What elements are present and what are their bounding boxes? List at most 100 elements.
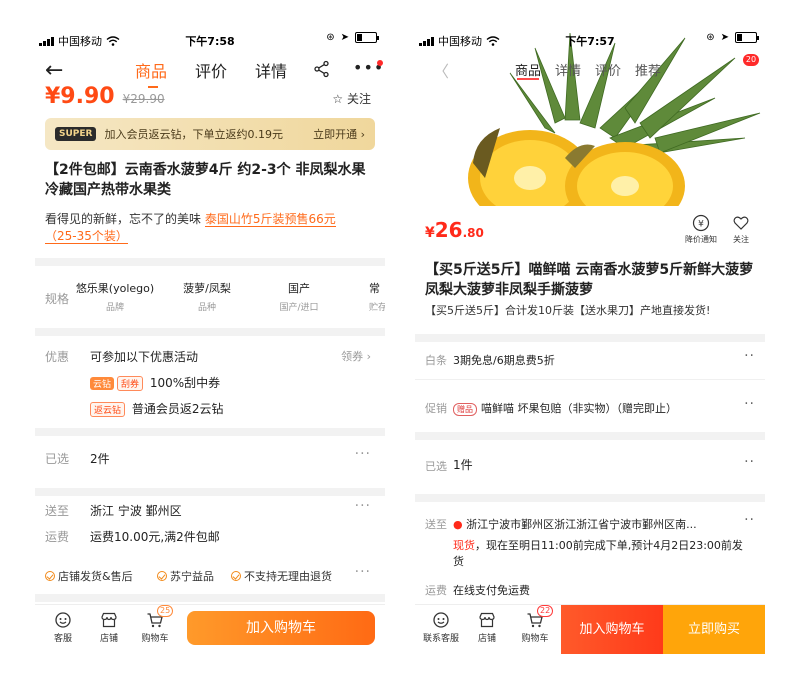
follow-label: 关注: [733, 235, 749, 244]
contact-service-button[interactable]: 联系客服: [419, 611, 463, 644]
section-divider: [415, 432, 765, 440]
orientation-lock-icon: ⊛: [706, 32, 715, 43]
follow-button[interactable]: ☆ 关注: [332, 90, 371, 107]
heart-icon: [733, 216, 749, 230]
tab-details[interactable]: 详情: [555, 60, 581, 79]
shop-label: 店铺: [477, 634, 496, 644]
check-circle-icon: [231, 571, 241, 581]
fee-label: 运费: [425, 584, 447, 597]
original-price: ¥29.90: [122, 92, 165, 106]
service-text: 苏宁益品: [170, 570, 214, 583]
ship-label: 送至: [425, 518, 447, 531]
product-subtitle: 看得见的新鲜，忘不了的美味 泰国山竹5斤装预售66元（25-35个装）: [45, 211, 365, 245]
shop-icon: [101, 612, 117, 628]
tab-bar: 商品 评价 详情: [135, 58, 287, 88]
follow-label: 关注: [346, 92, 371, 106]
currency-symbol: ¥: [425, 225, 435, 241]
message-count-badge[interactable]: 20: [743, 54, 759, 66]
back-chevron-icon[interactable]: 〈: [433, 58, 449, 82]
service-guarantees[interactable]: 店铺发货&售后 苏宁益品 不支持无理由退货 ···: [35, 562, 385, 588]
section-divider: [35, 328, 385, 336]
follow-button[interactable]: 关注: [721, 214, 761, 245]
bottom-action-bar: 客服 店铺 25 购物车 加入购物车: [35, 604, 385, 654]
shipping-section[interactable]: 送至 ● 浙江宁波市鄞州区浙江浙江省宁波市鄞州区南... ·· 现货，现在至明日…: [415, 502, 765, 600]
spec-item: 悠乐果(yolego) 品牌: [75, 280, 155, 313]
price-notice-button[interactable]: ¥ 降价通知: [681, 214, 721, 245]
selected-label: 已选: [45, 452, 70, 466]
tab-goods[interactable]: 商品: [135, 58, 167, 82]
tab-details[interactable]: 详情: [255, 58, 287, 82]
tab-reviews[interactable]: 评价: [195, 58, 227, 82]
buy-now-button[interactable]: 立即购买: [663, 605, 765, 654]
service-item: 不支持无理由退货: [231, 568, 332, 584]
share-icon[interactable]: [313, 60, 331, 78]
status-bar: 中国移动 下午7:57 ⊛ ➤: [415, 28, 765, 50]
customer-service-label: 客服: [53, 634, 72, 644]
promo-line-1: 云钻 刮券 100%刮中券: [90, 374, 220, 391]
shop-icon: [479, 612, 495, 628]
price-notice-label: 降价通知: [685, 235, 717, 244]
spec-item: 常贮存: [339, 280, 385, 313]
product-title: 【买5斤送5斤】喵鲜喵 云南香水菠萝5斤新鲜大菠萝凤梨大菠萝非凤梨手撕菠萝: [425, 262, 754, 298]
pineapple-image: [415, 28, 765, 206]
promo-line-2-text: 普通会员返2云钻: [131, 402, 224, 416]
bottom-action-bar: 联系客服 店铺 22 购物车 加入购物车 立即购买: [415, 604, 765, 654]
price-alert-icon: ¥: [692, 214, 710, 232]
add-to-cart-button[interactable]: 加入购物车: [561, 605, 663, 654]
spec-label: 规格: [45, 292, 70, 306]
selected-row[interactable]: 已选 1件 ··: [415, 440, 765, 490]
selected-row[interactable]: 已选 2件 ···: [35, 436, 385, 486]
open-membership-button[interactable]: 立即开通 ›: [313, 126, 365, 142]
active-tab-underline: [517, 78, 539, 80]
promotion-row[interactable]: 促销 赠品 喵鲜喵 坏果包赔（非实物）（赠完即止） ··: [415, 390, 765, 430]
spec-value: 国产: [288, 282, 310, 295]
tab-recommend[interactable]: 推荐: [635, 60, 661, 79]
get-coupon-link[interactable]: 领券 ›: [341, 348, 371, 364]
super-membership-bar[interactable]: SUPER 加入会员返云钻，下单立返约0.19元 立即开通 ›: [45, 118, 375, 150]
back-arrow-icon[interactable]: ←: [45, 58, 63, 83]
left-phone-screen: 中国移动 下午7:58 ⊛ ➤ ← 商品 评价 详情 ••• ¥9.90 ¥29…: [35, 28, 385, 654]
baitiao-value: 3期免息/6期息费5折: [453, 354, 555, 367]
scratch-chip: 刮券: [117, 376, 144, 391]
ship-address-text: 浙江宁波市鄞州区浙江浙江省宁波市鄞州区南...: [466, 518, 697, 531]
promo-title: 可参加以下优惠活动: [90, 350, 199, 364]
subtitle-text: 看得见的新鲜，忘不了的美味: [45, 212, 202, 226]
right-phone-screen: 中国移动 下午7:57 ⊛ ➤ 〈 商品 详情 评价 推荐 20 ¥26.80 …: [415, 28, 765, 654]
product-hero-image[interactable]: [415, 28, 765, 206]
cart-button[interactable]: 25 购物车: [135, 605, 175, 644]
cart-label: 购物车: [141, 634, 169, 644]
section-divider: [35, 488, 385, 496]
delivery-eta: 现货，现在至明日11:00前完成下单,预计4月2日23:00前发货: [453, 538, 753, 570]
super-badge: SUPER: [55, 127, 97, 141]
fee-value: 在线支付免运费: [453, 584, 530, 597]
shop-button[interactable]: 店铺: [467, 611, 507, 644]
selected-value: 2件: [90, 452, 110, 466]
section-divider: [35, 428, 385, 436]
customer-service-icon: [433, 612, 449, 628]
service-text: 店铺发货&售后: [58, 570, 133, 583]
cart-button[interactable]: 22 购物车: [515, 605, 555, 644]
shipping-section[interactable]: 送至 浙江 宁波 鄞州区 ··· 运费 运费10.00元,满2件包邮: [35, 496, 385, 556]
spec-key: 品牌: [105, 303, 124, 313]
baitiao-row[interactable]: 白条 3期免息/6期息费5折 ··: [415, 342, 765, 380]
location-pin-icon: ●: [453, 518, 463, 531]
tab-reviews[interactable]: 评价: [595, 60, 621, 79]
shop-button[interactable]: 店铺: [89, 611, 129, 644]
ship-address: 浙江 宁波 鄞州区: [90, 504, 182, 518]
status-bar: 中国移动 下午7:58 ⊛ ➤: [35, 28, 385, 50]
add-to-cart-button[interactable]: 加入购物车: [187, 611, 375, 645]
tab-bar: 商品 详情 评价 推荐: [515, 60, 661, 80]
fee-label: 运费: [45, 530, 70, 544]
section-divider: [415, 494, 765, 502]
spec-key: 国产/进口: [279, 303, 319, 313]
current-price: ¥9.90: [45, 84, 115, 109]
customer-service-label: 联系客服: [422, 634, 459, 644]
service-item: 店铺发货&售后: [45, 568, 133, 584]
location-icon: ➤: [720, 32, 729, 43]
price-block: ¥26.80: [425, 218, 484, 242]
price-integer: 26: [434, 218, 463, 242]
customer-service-button[interactable]: 客服: [43, 611, 83, 644]
spec-row[interactable]: 规格 悠乐果(yolego) 品牌 菠萝/凤梨 品种 国产 国产/进口 常贮存: [35, 268, 385, 328]
product-subtitle: 【买5斤送5斤】合计发10斤装【送水果刀】产地直接发货!: [425, 304, 711, 317]
tab-goods[interactable]: 商品: [515, 60, 541, 79]
